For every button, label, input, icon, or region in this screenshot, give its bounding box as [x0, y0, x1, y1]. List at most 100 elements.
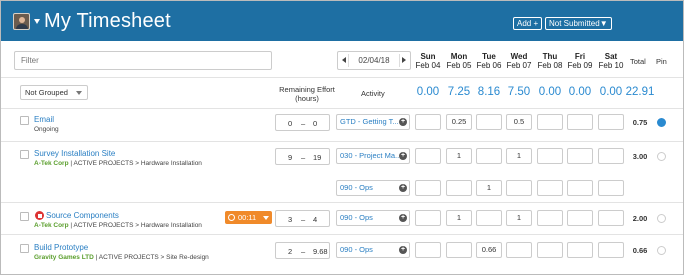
task-checkbox[interactable] [20, 244, 29, 253]
user-avatar[interactable] [13, 13, 30, 30]
project-path: | ACTIVE PROJECTS > Hardware Installatio… [68, 222, 202, 229]
hours-input[interactable] [567, 242, 593, 258]
day-column-header: Sat Feb 10 [596, 52, 626, 70]
stop-timer-icon[interactable] [35, 211, 44, 220]
add-button[interactable]: Add + [513, 17, 543, 30]
hours-input[interactable] [598, 114, 624, 130]
add-activity-icon[interactable]: + [399, 246, 407, 254]
day-total: 0.00 [538, 86, 562, 98]
pin-toggle[interactable] [657, 118, 666, 127]
hours-input[interactable] [567, 148, 593, 164]
hours-input[interactable]: 1 [506, 148, 532, 164]
clock-icon [228, 214, 235, 221]
hours-input[interactable] [446, 180, 472, 196]
hours-input[interactable] [567, 114, 593, 130]
hours-input[interactable] [537, 242, 563, 258]
running-timer[interactable]: 00:11 [225, 211, 272, 224]
task-checkbox[interactable] [20, 150, 29, 159]
remaining-effort-range[interactable]: 9–19 [275, 148, 330, 165]
hours-input[interactable] [537, 114, 563, 130]
hours-input[interactable] [415, 210, 441, 226]
task-name-link[interactable]: Source Components [46, 211, 119, 220]
hours-input[interactable] [567, 180, 593, 196]
remaining-effort-range[interactable]: 0–0 [275, 114, 330, 131]
task-path: Ongoing [34, 126, 59, 133]
day-name: Tue [482, 52, 496, 61]
day-date: Feb 04 [415, 61, 441, 70]
task-checkbox[interactable] [20, 212, 29, 221]
activity-select[interactable]: 090 - Ops + [336, 242, 410, 258]
hours-input[interactable] [476, 210, 502, 226]
hours-input[interactable]: 0.5 [506, 114, 532, 130]
hours-input[interactable] [537, 180, 563, 196]
hours-input[interactable] [598, 242, 624, 258]
hours-input[interactable] [476, 148, 502, 164]
hours-input[interactable]: 1 [476, 180, 502, 196]
activity-select[interactable]: 090 - Ops + [336, 210, 410, 226]
pin-toggle[interactable] [657, 246, 666, 255]
divider [348, 54, 349, 67]
day-name: Sun [420, 52, 436, 61]
hours-input[interactable]: 1 [446, 148, 472, 164]
hours-input[interactable] [415, 148, 441, 164]
row-total: 0.66 [632, 246, 648, 255]
remaining-effort-range[interactable]: 2–9.68 [275, 242, 330, 259]
divider [1, 77, 683, 78]
day-column-header: Thu Feb 08 [535, 52, 565, 70]
range-dash: – [301, 153, 306, 162]
divider [1, 141, 683, 142]
activity-select[interactable]: 090 - Ops + [336, 180, 410, 196]
hours-input[interactable] [506, 242, 532, 258]
next-week-icon[interactable] [402, 57, 406, 63]
day-name: Thu [542, 52, 558, 61]
activity-label: 090 - Ops [340, 213, 373, 222]
hours-input[interactable] [537, 210, 563, 226]
submission-status-dropdown[interactable]: Not Submitted▼ [545, 17, 612, 30]
hours-input[interactable]: 0.66 [476, 242, 502, 258]
prev-week-icon[interactable] [342, 57, 346, 63]
hours-input[interactable]: 1 [446, 210, 472, 226]
day-column-header: Mon Feb 05 [444, 52, 474, 70]
hours-input[interactable] [415, 114, 441, 130]
hours-input[interactable]: 0.25 [446, 114, 472, 130]
remaining-effort-range[interactable]: 3–4 [275, 210, 330, 227]
day-total: 0.00 [416, 86, 440, 98]
hours-input[interactable] [476, 114, 502, 130]
add-activity-icon[interactable]: + [399, 184, 407, 192]
chevron-down-icon [76, 91, 82, 95]
add-activity-icon[interactable]: + [399, 214, 407, 222]
hours-input[interactable] [567, 210, 593, 226]
remaining-min: 0 [288, 119, 293, 128]
header-bar: My Timesheet Add + Not Submitted▼ [1, 1, 683, 41]
hours-input[interactable] [415, 180, 441, 196]
add-activity-icon[interactable]: + [399, 152, 407, 160]
hours-input[interactable] [598, 210, 624, 226]
grouping-select[interactable]: Not Grouped [20, 85, 88, 100]
row-total: 2.00 [632, 214, 648, 223]
hours-input[interactable] [598, 148, 624, 164]
row-total: 3.00 [632, 152, 648, 161]
hours-input[interactable] [415, 242, 441, 258]
hours-input[interactable] [506, 180, 532, 196]
task-name-link[interactable]: Build Prototype [34, 243, 88, 252]
hours-input[interactable] [537, 148, 563, 164]
day-total: 0.00 [568, 86, 592, 98]
chevron-down-icon[interactable] [34, 19, 40, 24]
remaining-min: 2 [288, 247, 293, 256]
task-name-link[interactable]: Survey Installation Site [34, 149, 115, 158]
hours-input[interactable] [598, 180, 624, 196]
pin-toggle[interactable] [657, 214, 666, 223]
day-name: Mon [450, 52, 468, 61]
pin-toggle[interactable] [657, 152, 666, 161]
activity-select[interactable]: GTD - Getting T... + [336, 114, 410, 130]
hours-input[interactable] [446, 242, 472, 258]
activity-select[interactable]: 030 - Project Ma... + [336, 148, 410, 164]
week-date-field[interactable]: 02/04/18 [350, 56, 398, 65]
timer-value: 00:11 [238, 213, 257, 222]
task-name-link[interactable]: Email [34, 115, 54, 124]
add-activity-icon[interactable]: + [399, 118, 407, 126]
hours-input[interactable]: 1 [506, 210, 532, 226]
task-checkbox[interactable] [20, 116, 29, 125]
task-path: Gravity Games LTD | ACTIVE PROJECTS > Si… [34, 254, 209, 261]
filter-input[interactable] [14, 51, 272, 70]
